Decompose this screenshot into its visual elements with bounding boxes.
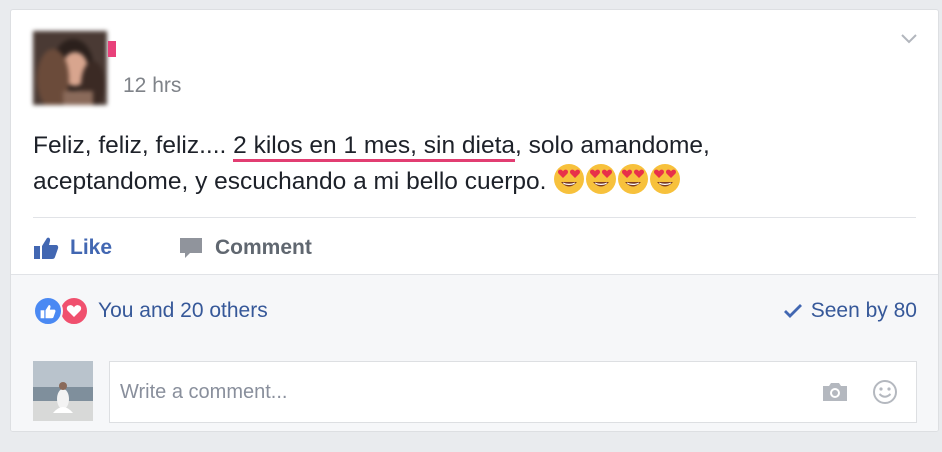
camera-icon[interactable] (821, 381, 849, 408)
heart-eyes-emoji (650, 164, 681, 194)
comment-bubble-icon (180, 238, 202, 258)
comment-button[interactable]: Comment (178, 233, 312, 263)
heart-eyes-emoji (618, 164, 649, 194)
checkmark-icon (783, 304, 802, 318)
seen-by[interactable]: Seen by 80 (783, 299, 917, 323)
seen-text: Seen by 80 (810, 299, 917, 322)
like-button[interactable]: Like (33, 233, 112, 263)
post-text: Feliz, feliz, feliz.... 2 kilos en 1 mes… (33, 128, 933, 199)
post-text-line2: aceptandome, y escuchando a mi bello cue… (33, 168, 554, 195)
commenter-avatar (33, 361, 93, 421)
post-text-line-1: Feliz, feliz, feliz.... 2 kilos en 1 mes… (33, 128, 933, 163)
author-avatar[interactable] (33, 31, 107, 105)
author-name-redacted (108, 41, 116, 57)
post-timestamp[interactable]: 12 hrs (123, 74, 181, 98)
divider (33, 217, 916, 218)
post-text-line-2: aceptandome, y escuchando a mi bello cue… (33, 163, 933, 199)
post-card: 12 hrs Feliz, feliz, feliz.... 2 kilos e… (10, 9, 939, 432)
post-footer: You and 20 others Seen by 80 (11, 274, 938, 431)
reactions-text[interactable]: You and 20 others (98, 299, 268, 323)
like-thumb-icon (34, 237, 59, 259)
reactions-summary[interactable]: You and 20 others (33, 295, 268, 327)
heart-eyes-emoji (554, 164, 585, 194)
smiley-icon[interactable] (872, 379, 898, 410)
comment-box (109, 361, 917, 423)
post-text-start: Feliz, feliz, feliz.... (33, 132, 234, 159)
emoji-row (553, 164, 681, 195)
post-text-end: , solo amandome, (515, 132, 710, 159)
heart-eyes-emoji (586, 164, 617, 194)
love-reaction-icon (59, 296, 89, 326)
comment-input[interactable] (120, 378, 800, 406)
like-label: Like (70, 236, 113, 259)
like-reaction-icon (33, 296, 63, 326)
comment-label: Comment (215, 236, 312, 259)
post-text-highlight: 2 kilos en 1 mes, sin dieta (233, 132, 516, 162)
chevron-down-icon[interactable] (900, 31, 918, 45)
